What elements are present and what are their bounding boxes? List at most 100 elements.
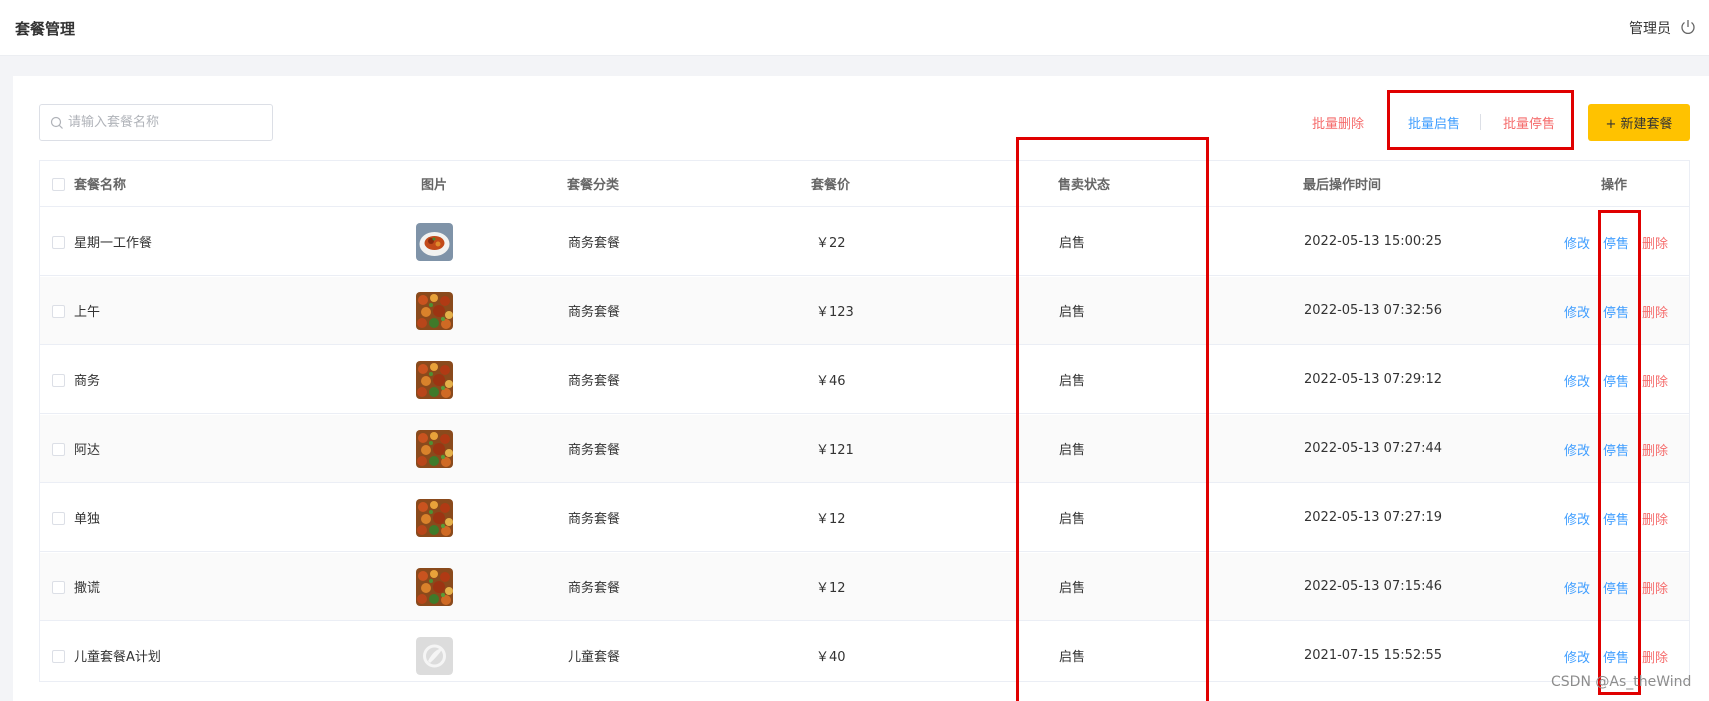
delete-button[interactable]: 删除 [1642, 578, 1668, 597]
edit-button[interactable]: 修改 [1564, 371, 1590, 390]
combo-price: ￥40 [816, 650, 846, 665]
delete-button[interactable]: 删除 [1642, 233, 1668, 252]
edit-button[interactable]: 修改 [1564, 302, 1590, 321]
sale-status: 启售 [1059, 374, 1086, 389]
edit-button[interactable]: 修改 [1564, 233, 1590, 252]
table-row: 单独 商务套餐 ￥12 启售 2022-05-13 07:27:19 修改 停售 删除 [40, 484, 1689, 552]
batch-delete-button[interactable]: 批量删除 [1312, 113, 1364, 132]
toolbar-divider [1389, 114, 1390, 130]
combo-category: 商务套餐 [568, 374, 621, 389]
combo-category: 儿童套餐 [568, 650, 621, 665]
sale-status: 启售 [1059, 443, 1086, 458]
user-name[interactable]: 管理员 [1629, 18, 1671, 38]
combo-name: 阿达 [74, 443, 101, 458]
combo-category: 商务套餐 [568, 581, 621, 596]
combo-name: 儿童套餐A计划 [74, 650, 161, 665]
stop-sale-button[interactable]: 停售 [1603, 647, 1629, 666]
sale-status: 启售 [1059, 650, 1086, 665]
search-box[interactable] [39, 104, 273, 141]
combo-category: 商务套餐 [568, 443, 621, 458]
stop-sale-button[interactable]: 停售 [1603, 440, 1629, 459]
combo-image [416, 222, 453, 261]
combo-name: 撒谎 [74, 581, 101, 596]
delete-button[interactable]: 删除 [1642, 302, 1668, 321]
sale-status: 启售 [1059, 581, 1086, 596]
col-price: 套餐价 [811, 178, 851, 193]
last-modified-time: 2022-05-13 07:27:19 [1304, 510, 1443, 525]
top-bar: 套餐管理 管理员 [0, 0, 1709, 56]
table-row: 上午 商务套餐 ￥123 启售 2022-05-13 07:32:56 修改 停售 删除 [40, 277, 1689, 345]
table-row: 星期一工作餐 商务套餐 ￥22 启售 2022-05-13 15:00:25 修改 停售 删除 [40, 208, 1689, 276]
table-row: 阿达 商务套餐 ￥121 启售 2022-05-13 07:27:44 修改 停售 删除 [40, 415, 1689, 483]
stop-sale-button[interactable]: 停售 [1603, 302, 1629, 321]
power-icon[interactable] [1679, 18, 1697, 36]
combo-name: 上午 [74, 305, 101, 320]
last-modified-time: 2022-05-13 07:27:44 [1304, 441, 1443, 456]
combo-name: 单独 [74, 512, 101, 527]
delete-button[interactable]: 删除 [1642, 647, 1668, 666]
sale-status: 启售 [1059, 236, 1086, 251]
last-modified-time: 2022-05-13 07:29:12 [1304, 372, 1443, 387]
new-combo-button[interactable]: + 新建套餐 [1588, 104, 1690, 141]
edit-button[interactable]: 修改 [1564, 647, 1590, 666]
combo-image [416, 636, 453, 675]
row-checkbox[interactable] [52, 511, 65, 525]
combo-image [416, 429, 453, 468]
combo-price: ￥46 [816, 374, 846, 389]
last-modified-time: 2021-07-15 15:52:55 [1304, 648, 1443, 663]
stop-sale-button[interactable]: 停售 [1603, 233, 1629, 252]
combo-name: 商务 [74, 374, 101, 389]
search-icon [50, 116, 63, 129]
sale-status: 启售 [1059, 305, 1086, 320]
col-category: 套餐分类 [567, 178, 620, 193]
edit-button[interactable]: 修改 [1564, 440, 1590, 459]
col-image: 图片 [421, 178, 448, 193]
edit-button[interactable]: 修改 [1564, 509, 1590, 528]
row-checkbox[interactable] [52, 373, 65, 387]
table-row: 儿童套餐A计划 儿童套餐 ￥40 启售 2021-07-15 15:52:55 修改 停售删… [40, 622, 1689, 681]
table-row: 撒谎 商务套餐 ￥12 启售 2022-05-13 07:15:46 修改 停售 删除 [40, 553, 1689, 621]
combo-price: ￥121 [816, 443, 854, 458]
combo-table: 套餐名称 图片 套餐分类 套餐价 售卖状态 最后操作时间 操作 星期一工作餐 商务… [39, 160, 1690, 682]
combo-image [416, 567, 453, 606]
delete-button[interactable]: 删除 [1642, 371, 1668, 390]
toolbar-divider [1480, 114, 1481, 130]
row-checkbox[interactable] [52, 649, 65, 663]
combo-category: 商务套餐 [568, 305, 621, 320]
row-checkbox[interactable] [52, 580, 65, 594]
delete-button[interactable]: 删除 [1642, 440, 1668, 459]
row-checkbox[interactable] [52, 442, 65, 456]
combo-image [416, 291, 453, 330]
last-modified-time: 2022-05-13 07:32:56 [1304, 303, 1443, 318]
combo-price: ￥12 [816, 581, 846, 596]
col-name: 套餐名称 [74, 178, 127, 193]
table-row: 商务 商务套餐 ￥46 启售 2022-05-13 07:29:12 修改 停售 删除 [40, 346, 1689, 414]
batch-stop-sale-button[interactable]: 批量停售 [1503, 113, 1555, 132]
col-status: 售卖状态 [1058, 178, 1111, 193]
edit-button[interactable]: 修改 [1564, 578, 1590, 597]
combo-category: 商务套餐 [568, 512, 621, 527]
watermark: CSDN @As_theWind [1551, 674, 1692, 690]
combo-price: ￥22 [816, 236, 846, 251]
table-header: 套餐名称 图片 套餐分类 套餐价 售卖状态 最后操作时间 操作 [40, 161, 1689, 207]
col-actions: 操作 [1601, 178, 1628, 193]
batch-on-sale-button[interactable]: 批量启售 [1408, 113, 1460, 132]
combo-image [416, 360, 453, 399]
combo-price: ￥12 [816, 512, 846, 527]
delete-button[interactable]: 删除 [1642, 509, 1668, 528]
stop-sale-button[interactable]: 停售 [1603, 509, 1629, 528]
stop-sale-button[interactable]: 停售 [1603, 578, 1629, 597]
combo-image [416, 498, 453, 537]
combo-category: 商务套餐 [568, 236, 621, 251]
sale-status: 启售 [1059, 512, 1086, 527]
search-input[interactable] [68, 105, 268, 140]
last-modified-time: 2022-05-13 15:00:25 [1304, 234, 1443, 249]
col-time: 最后操作时间 [1303, 178, 1382, 193]
row-checkbox[interactable] [52, 304, 65, 318]
select-all-checkbox[interactable] [52, 177, 65, 191]
last-modified-time: 2022-05-13 07:15:46 [1304, 579, 1443, 594]
combo-price: ￥123 [816, 305, 854, 320]
stop-sale-button[interactable]: 停售 [1603, 371, 1629, 390]
row-checkbox[interactable] [52, 235, 65, 249]
page-title: 套餐管理 [15, 20, 76, 38]
